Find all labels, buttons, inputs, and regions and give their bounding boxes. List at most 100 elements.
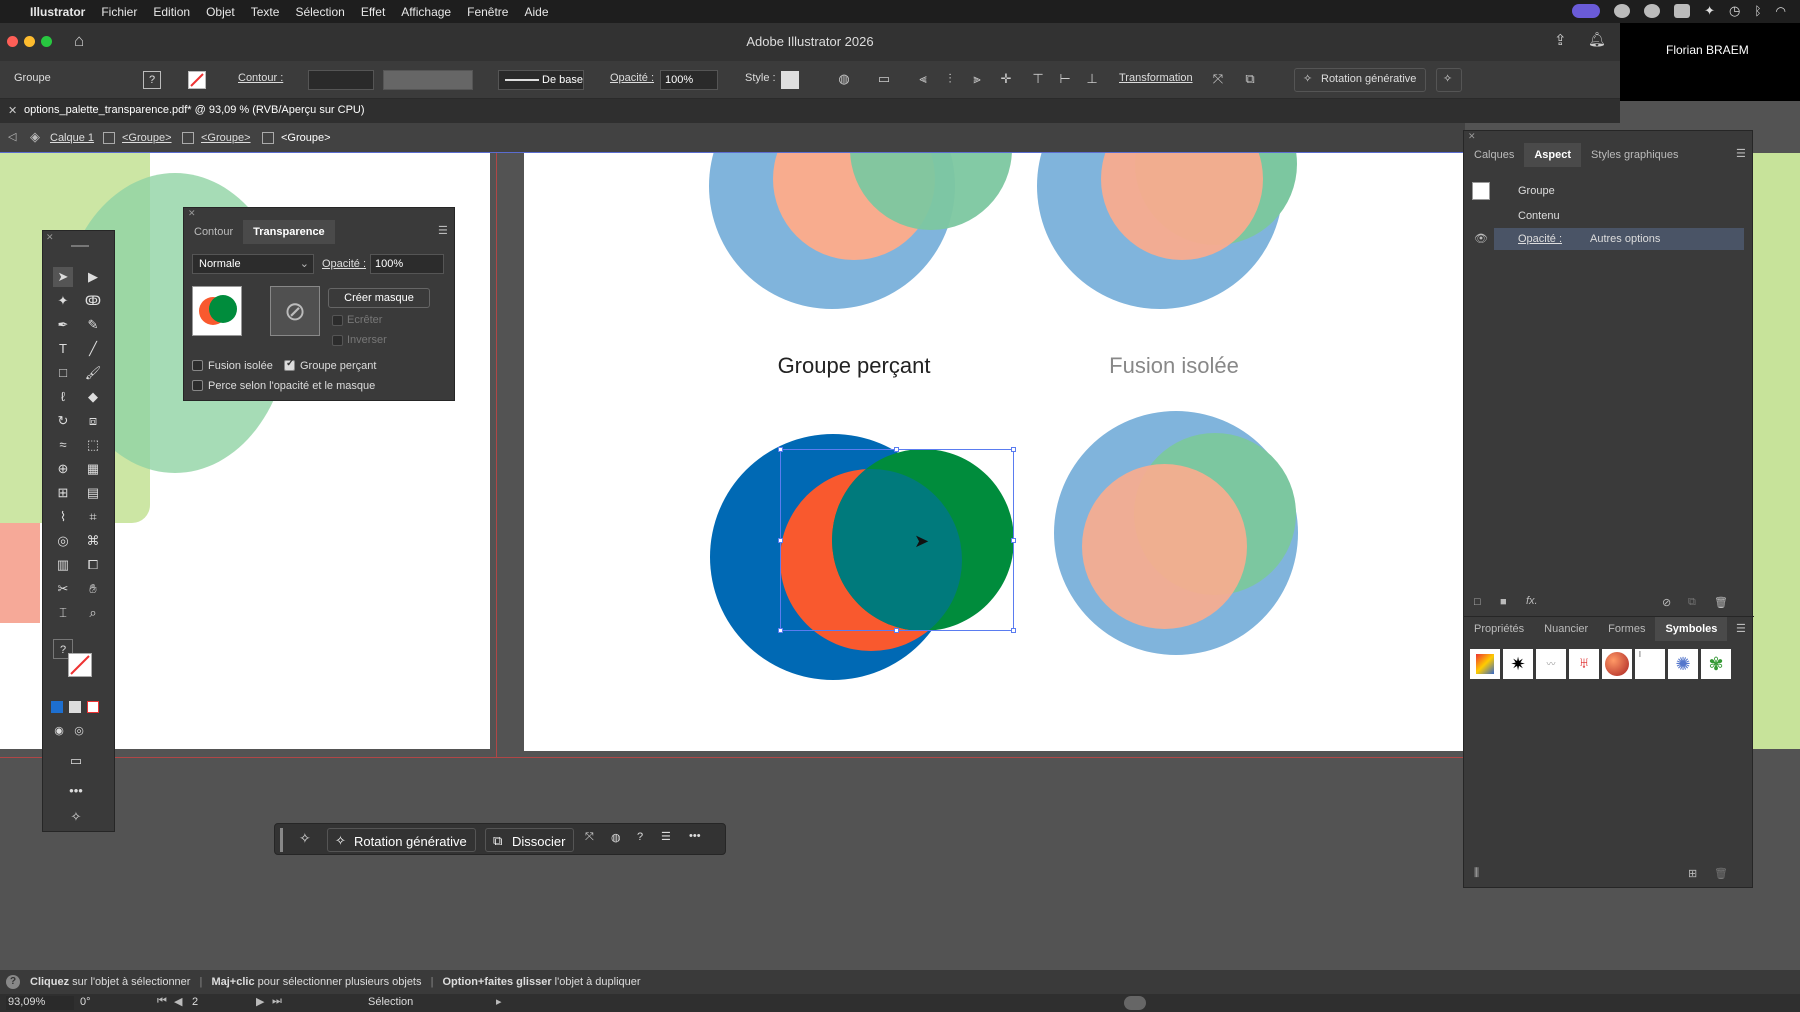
symbol-leaf-icon[interactable]: ✾ (1701, 649, 1731, 679)
draw-behind-icon[interactable]: ◎ (69, 721, 89, 741)
graph-tool-icon[interactable]: ▥ (53, 555, 73, 575)
ctx-generative-rotation-button[interactable]: ✧ Rotation générative (327, 828, 476, 852)
fill-swatch-icon[interactable]: ? (143, 71, 161, 89)
page-field[interactable]: 2 (192, 996, 240, 1010)
panel-menu-icon[interactable]: ☰ (438, 224, 448, 237)
recolor-icon[interactable]: ◍ (836, 71, 852, 87)
trash-icon[interactable]: 🗑︎ (1714, 596, 1728, 609)
bell-icon[interactable]: 🔔︎ (1588, 31, 1606, 48)
blend-mode-select[interactable]: Normale ⌄ (192, 254, 314, 274)
symbol-flower-icon[interactable]: ✺ (1668, 649, 1698, 679)
quick-action-button[interactable]: ✧ (1436, 68, 1462, 92)
align-left-icon[interactable]: ⫷ (915, 71, 931, 87)
warp-tool-icon[interactable]: ≈ (53, 435, 73, 455)
screen-share-icon[interactable] (1572, 4, 1601, 18)
symbol-banner-icon[interactable]: 〰 (1536, 649, 1566, 679)
next-page-icon[interactable]: ▶ (256, 995, 264, 1008)
print-tiling-tool-icon[interactable]: ⌶ (53, 603, 73, 623)
last-page-icon[interactable]: ⏭ (272, 995, 282, 1008)
free-transform-tool-icon[interactable]: ⬚ (83, 435, 103, 455)
generative-rotation-button[interactable]: ✧ Rotation générative (1294, 68, 1426, 92)
screen-mode-icon[interactable]: ▭ (66, 751, 86, 771)
breadcrumb-group-2[interactable]: <Groupe> (201, 132, 251, 144)
menu-texte[interactable]: Texte (251, 5, 280, 19)
rotate-tool-icon[interactable]: ↻ (53, 411, 73, 431)
generative-tool-icon[interactable]: ✧ (66, 807, 86, 827)
eyedropper-tool-icon[interactable]: ⌇ (53, 507, 73, 527)
help-icon[interactable]: ? (637, 831, 643, 843)
lasso-tool-icon[interactable]: ↂ (83, 291, 103, 311)
zoom-field[interactable]: 93,09% (6, 996, 74, 1010)
opacity-label[interactable]: Opacité : (610, 72, 654, 84)
slice-tool-icon[interactable]: ✂ (53, 579, 73, 599)
magic-wand-tool-icon[interactable]: ✦ (53, 291, 73, 311)
menu-fichier[interactable]: Fichier (101, 5, 137, 19)
symbol-cube-icon[interactable] (1470, 649, 1500, 679)
menu-objet[interactable]: Objet (206, 5, 235, 19)
aspect-group-label[interactable]: Groupe (1518, 185, 1555, 197)
close-panel-icon[interactable]: ✕ (188, 208, 196, 219)
transform-icon[interactable]: ⤧ (1210, 71, 1226, 87)
transformation-link[interactable]: Transformation (1119, 72, 1193, 84)
stroke-swatch-icon[interactable] (188, 71, 206, 89)
knockout-group-checkbox[interactable] (284, 358, 295, 371)
tab-symboles[interactable]: Symboles (1655, 617, 1728, 641)
magic-wand-icon[interactable]: ✧ (299, 830, 311, 847)
symbol-line-icon[interactable]: ˡ (1635, 649, 1665, 679)
isolated-blend-checkbox[interactable] (192, 360, 203, 371)
wifi-icon[interactable]: ◠ (1776, 4, 1786, 18)
help-icon[interactable]: ? (6, 975, 20, 989)
perspective-grid-tool-icon[interactable]: ▦ (83, 459, 103, 479)
eye-visibility-icon[interactable]: 👁︎ (1474, 232, 1488, 245)
isolated-salmon-circle[interactable] (1082, 464, 1247, 629)
shape-salmon[interactable] (0, 523, 40, 623)
drag-handle[interactable] (71, 245, 89, 247)
selection-bounding-box[interactable] (778, 447, 1016, 633)
align-to-icon[interactable]: ▭ (876, 71, 892, 87)
line-tool-icon[interactable]: ╱ (83, 339, 103, 359)
type-tool-icon[interactable]: T (53, 339, 73, 359)
drive-icon[interactable] (1674, 4, 1691, 18)
object-thumbnail[interactable] (192, 286, 242, 336)
opacity-label[interactable]: Opacité : (322, 258, 366, 270)
tab-proprietes[interactable]: Propriétés (1464, 617, 1534, 641)
symbol-ribbon-icon[interactable]: ♅ (1569, 649, 1599, 679)
back-arrow-icon[interactable]: ◁ (8, 130, 16, 143)
align-top-icon[interactable]: ⊤ (1030, 71, 1046, 87)
shape-builder-tool-icon[interactable]: ⊕ (53, 459, 73, 479)
add-fill-icon[interactable]: ■ (1500, 596, 1507, 608)
first-page-icon[interactable]: ⏮ (157, 995, 167, 1008)
stroke-color-icon[interactable] (68, 653, 92, 677)
selection-tool-icon[interactable]: ➤ (53, 267, 73, 287)
stroke-label[interactable]: Contour : (238, 72, 283, 84)
prev-page-icon[interactable]: ◀ (174, 995, 182, 1008)
menu-edition[interactable]: Edition (153, 5, 190, 19)
mask-placeholder-icon[interactable]: ⊘ (270, 286, 320, 336)
aspect-opacity-row[interactable]: Opacité : Autres options (1494, 228, 1744, 250)
mesh-tool-icon[interactable]: ⊞ (53, 483, 73, 503)
align-middle-icon[interactable]: ⊢ (1057, 71, 1073, 87)
gradient-tool-icon[interactable]: ▤ (83, 483, 103, 503)
distribute-icon[interactable]: ✛ (998, 71, 1014, 87)
menu-aide[interactable]: Aide (524, 5, 548, 19)
tab-calques[interactable]: Calques (1464, 143, 1524, 167)
fx-icon[interactable]: fx. (1526, 595, 1538, 607)
more-tools-icon[interactable]: ••• (66, 781, 86, 801)
ungroup-button[interactable]: ⧉ Dissocier (485, 828, 575, 852)
bluetooth-icon[interactable]: ᛒ (1754, 4, 1761, 18)
eraser-tool-icon[interactable]: ◆ (83, 387, 103, 407)
recolor-icon[interactable]: ◍ (611, 831, 621, 844)
align-center-icon[interactable]: ⫶ (942, 71, 958, 87)
direct-selection-tool-icon[interactable]: ▶ (83, 267, 103, 287)
tab-styles-graphiques[interactable]: Styles graphiques (1581, 143, 1688, 167)
add-stroke-icon[interactable]: □ (1474, 596, 1481, 608)
invert-checkbox[interactable] (332, 335, 343, 346)
menu-icon[interactable]: ☰ (661, 830, 671, 843)
pen-tool-icon[interactable]: ✒ (53, 315, 73, 335)
time-machine-icon[interactable]: ◷ (1729, 3, 1740, 19)
rectangle-tool-icon[interactable]: □ (53, 363, 73, 383)
curvature-tool-icon[interactable]: ✎ (83, 315, 103, 335)
close-tab-icon[interactable]: ✕ (8, 104, 17, 117)
draw-normal-icon[interactable]: ◉ (49, 721, 69, 741)
stroke-weight-field[interactable] (308, 70, 374, 90)
